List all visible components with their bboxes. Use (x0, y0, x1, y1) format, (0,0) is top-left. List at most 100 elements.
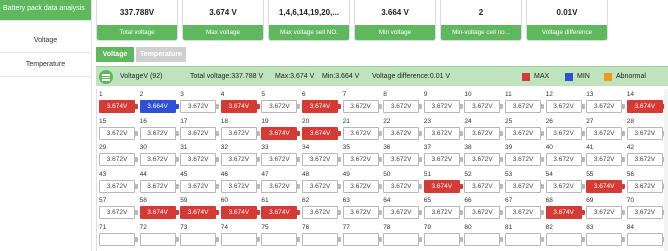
battery-cell[interactable]: 20 3.674V (302, 118, 343, 144)
battery-cell[interactable]: 55 3.674V (586, 171, 627, 197)
battery-cell[interactable]: 13 3.672V (586, 91, 627, 117)
battery-cell[interactable]: 27 3.672V (586, 118, 627, 144)
sidebar-item-temperature[interactable]: Temperature (0, 53, 91, 77)
battery-cell[interactable]: 17 3.672V (180, 118, 221, 144)
battery-cell[interactable]: 3 3.672V (180, 91, 221, 117)
battery-cell[interactable]: 64 3.672V (383, 197, 424, 223)
battery-cell[interactable]: 54 3.672V (545, 171, 587, 197)
battery-cell[interactable]: 46 3.672V (220, 171, 262, 197)
cell-voltage: 3.674V (106, 103, 128, 110)
cell-number: 83 (586, 224, 594, 231)
battery-cell[interactable]: 66 3.672V (464, 197, 505, 223)
voltage-panel-header: VoltageV (92) Total voltage:337.788 V Ma… (96, 66, 668, 86)
battery-icon (139, 233, 179, 246)
battery-cell[interactable]: 49 3.672V (342, 171, 384, 197)
battery-cell[interactable]: 4 3.674V (220, 91, 262, 117)
grid-scrollbar[interactable] (664, 89, 668, 251)
battery-cell[interactable]: 24 3.672V (464, 118, 505, 144)
battery-cell[interactable]: 30 3.672V (139, 144, 181, 170)
battery-cell[interactable]: 21 3.672V (342, 118, 384, 144)
battery-cell[interactable]: 78 (383, 224, 424, 250)
battery-cell[interactable]: 74 (220, 224, 262, 250)
tab-voltage[interactable]: Voltage (96, 47, 134, 62)
battery-cell[interactable]: 43 3.672V (99, 171, 140, 197)
battery-cell[interactable]: 48 3.672V (302, 171, 343, 197)
cell-number: 12 (545, 91, 553, 98)
battery-cell[interactable]: 32 3.672V (220, 144, 262, 170)
battery-cell[interactable]: 67 3.672V (505, 197, 546, 223)
battery-cell[interactable]: 68 3.674V (545, 197, 587, 223)
battery-cell[interactable]: 33 3.672V (261, 144, 302, 170)
battery-cell[interactable]: 11 3.672V (505, 91, 546, 117)
battery-cell[interactable]: 62 3.672V (302, 197, 343, 223)
total-voltage-card: 337.788V Total voltage (96, 0, 178, 41)
battery-cell[interactable]: 23 3.672V (423, 118, 465, 144)
battery-cell[interactable]: 25 3.672V (505, 118, 546, 144)
battery-cell[interactable]: 7 3.672V (342, 91, 384, 117)
battery-cell[interactable]: 8 3.672V (383, 91, 424, 117)
battery-icon: 3.674V (423, 179, 463, 193)
battery-cell[interactable]: 82 (545, 224, 587, 250)
battery-cell[interactable]: 2 3.664V (139, 91, 181, 117)
battery-cell[interactable]: 45 3.672V (180, 171, 221, 197)
battery-cell[interactable]: 6 3.674V (302, 91, 343, 117)
tab-temperature[interactable]: Temperature (136, 47, 186, 62)
battery-cell[interactable]: 26 3.672V (545, 118, 587, 144)
battery-cell[interactable]: 65 3.672V (423, 197, 465, 223)
battery-cell[interactable]: 61 3.674V (261, 197, 302, 223)
battery-cell[interactable]: 10 3.672V (464, 91, 505, 117)
battery-cell[interactable]: 70 3.672V (626, 197, 668, 223)
battery-cell[interactable]: 14 3.674V (626, 91, 668, 117)
battery-cell[interactable]: 12 3.672V (545, 91, 587, 117)
battery-cell[interactable]: 22 3.672V (383, 118, 424, 144)
battery-cell[interactable]: 56 3.672V (626, 171, 668, 197)
battery-cell[interactable]: 5 3.672V (261, 91, 302, 117)
battery-cell[interactable]: 80 (464, 224, 505, 250)
battery-cell[interactable]: 41 3.672V (586, 144, 627, 170)
battery-cell[interactable]: 63 3.672V (342, 197, 384, 223)
battery-cell[interactable]: 39 3.672V (505, 144, 546, 170)
battery-cell[interactable]: 84 (626, 224, 668, 250)
battery-cell[interactable]: 15 3.672V (99, 118, 140, 144)
battery-cell[interactable]: 57 3.672V (99, 197, 140, 223)
sidebar-item-voltage[interactable]: Voltage (0, 29, 91, 53)
battery-cell[interactable]: 58 3.674V (139, 197, 181, 223)
battery-cell[interactable]: 60 3.674V (220, 197, 262, 223)
battery-icon: 3.672V (464, 179, 504, 193)
battery-cell[interactable]: 51 3.674V (423, 171, 465, 197)
battery-cell[interactable]: 69 3.672V (586, 197, 627, 223)
battery-cell[interactable]: 31 3.672V (180, 144, 221, 170)
battery-cell[interactable]: 37 3.672V (423, 144, 465, 170)
battery-cell[interactable]: 42 3.672V (626, 144, 668, 170)
battery-cell[interactable]: 79 (423, 224, 465, 250)
battery-cell[interactable]: 44 3.672V (139, 171, 181, 197)
battery-cell[interactable]: 35 3.672V (342, 144, 384, 170)
battery-cell[interactable]: 52 3.672V (464, 171, 505, 197)
battery-cell[interactable]: 29 3.672V (99, 144, 140, 170)
battery-cell[interactable]: 83 (586, 224, 627, 250)
battery-cell[interactable]: 59 3.674V (180, 197, 221, 223)
battery-cell[interactable]: 71 (99, 224, 140, 250)
sidebar-item-battery-pack-analysis[interactable]: Battery pack data analysis (0, 0, 91, 21)
battery-cell[interactable]: 9 3.672V (423, 91, 465, 117)
battery-cell[interactable]: 50 3.672V (383, 171, 424, 197)
battery-cell[interactable]: 53 3.672V (505, 171, 546, 197)
battery-cell[interactable]: 77 (342, 224, 384, 250)
battery-cell[interactable]: 18 3.672V (220, 118, 262, 144)
battery-cell[interactable]: 34 3.672V (302, 144, 343, 170)
cell-voltage: 3.672V (472, 103, 493, 110)
battery-cell[interactable]: 28 3.672V (626, 118, 668, 144)
battery-cell[interactable]: 72 (139, 224, 181, 250)
battery-cell[interactable]: 19 3.674V (261, 118, 302, 144)
battery-cell[interactable]: 47 3.672V (261, 171, 302, 197)
battery-cell[interactable]: 76 (302, 224, 343, 250)
battery-cell[interactable]: 36 3.672V (383, 144, 424, 170)
battery-cell[interactable]: 16 3.672V (139, 118, 181, 144)
battery-cell[interactable]: 73 (180, 224, 221, 250)
battery-cell[interactable]: 40 3.672V (545, 144, 587, 170)
battery-icon (180, 233, 220, 246)
battery-cell[interactable]: 1 3.674V (99, 91, 140, 117)
battery-cell[interactable]: 81 (505, 224, 546, 250)
battery-cell[interactable]: 38 3.672V (464, 144, 505, 170)
battery-cell[interactable]: 75 (261, 224, 302, 250)
